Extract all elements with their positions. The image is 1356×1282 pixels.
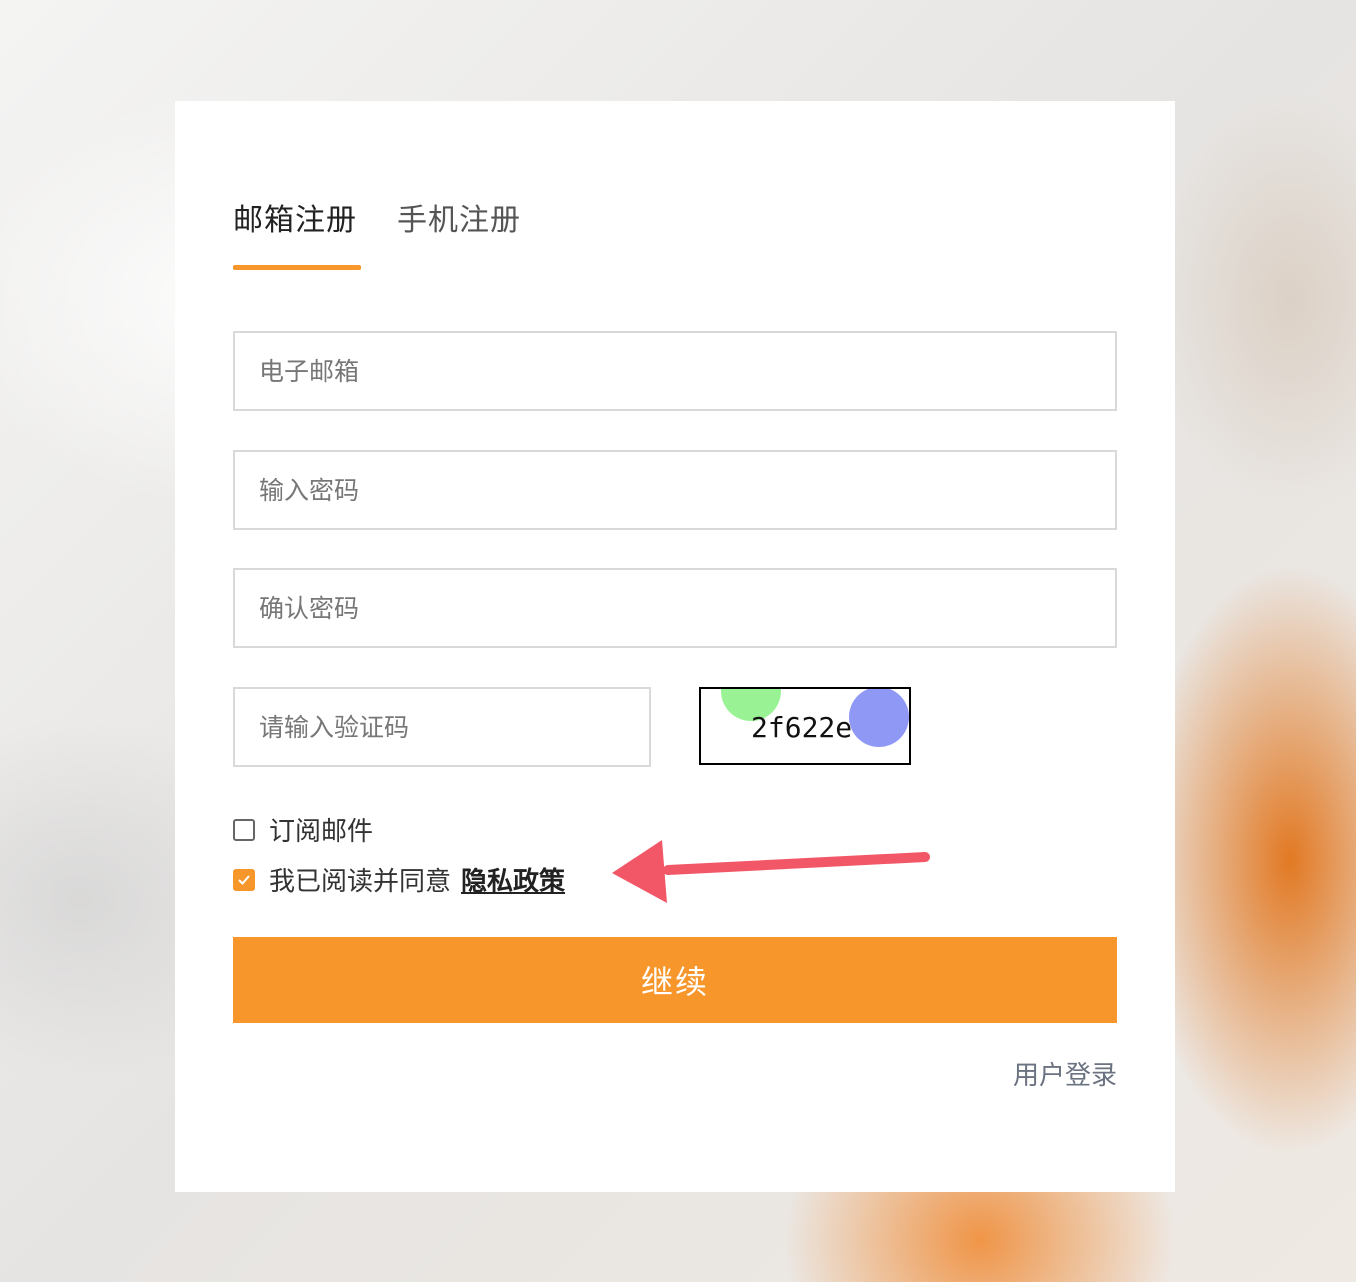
tab-phone-register[interactable]: 手机注册: [397, 201, 521, 241]
email-field-wrapper: [233, 331, 1117, 411]
continue-button[interactable]: 继续: [233, 937, 1117, 1023]
checkmark-icon: [238, 874, 250, 885]
captcha-graphic: 2f622e: [721, 689, 909, 747]
user-login-link[interactable]: 用户登录: [1013, 1055, 1117, 1092]
agree-row: 我已阅读并同意 隐私政策: [233, 861, 565, 898]
subscribe-label: 订阅邮件: [269, 817, 374, 847]
active-tab-underline: [233, 265, 361, 270]
agree-checkbox[interactable]: [233, 868, 255, 891]
captcha-text: 2f622e: [751, 711, 852, 744]
password-field-wrapper: [233, 450, 1117, 530]
privacy-policy-link[interactable]: 隐私政策: [461, 861, 565, 898]
captcha-image[interactable]: 2f622e: [699, 687, 911, 765]
register-card: 邮箱注册 手机注册 2f622e 订阅邮件 我已阅读并同意 隐私政策 继续: [175, 101, 1175, 1192]
tab-email-register[interactable]: 邮箱注册: [233, 201, 357, 241]
captcha-input[interactable]: [235, 689, 649, 765]
agree-label: 我已阅读并同意: [269, 867, 452, 897]
confirm-password-field-wrapper: [233, 568, 1117, 648]
email-field[interactable]: [235, 333, 1115, 409]
subscribe-checkbox[interactable]: [233, 818, 255, 841]
password-field[interactable]: [235, 452, 1115, 528]
register-tabs: 邮箱注册 手机注册: [233, 201, 521, 241]
captcha-field-wrapper: [233, 687, 651, 767]
subscribe-row: 订阅邮件: [233, 811, 373, 848]
confirm-password-field[interactable]: [235, 570, 1115, 646]
